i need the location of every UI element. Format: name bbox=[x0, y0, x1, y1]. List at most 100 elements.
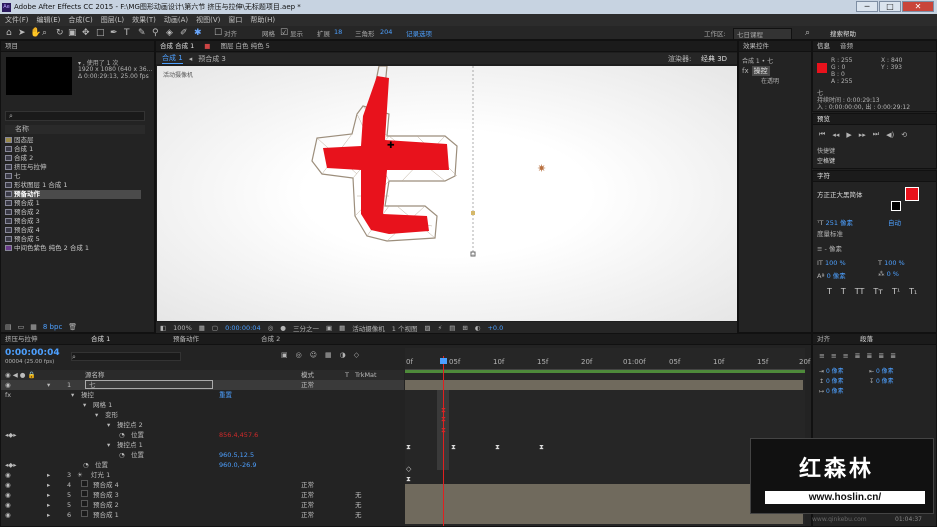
layer-bar[interactable] bbox=[405, 514, 803, 524]
pen-tool-icon[interactable]: ✒ bbox=[110, 27, 118, 39]
first-indent-field[interactable]: ↦ 0 像素 bbox=[819, 386, 844, 395]
triangle-value[interactable]: 204 bbox=[380, 28, 392, 36]
layer-trkmat[interactable]: 无 bbox=[355, 490, 362, 500]
project-item[interactable]: 中间色紫色 纯色 2 合成 1 bbox=[5, 244, 141, 253]
project-column-name[interactable]: 名称 bbox=[5, 125, 145, 134]
layer-mode[interactable]: 正常 bbox=[301, 500, 314, 510]
minimize-button[interactable]: ─ bbox=[856, 1, 878, 12]
property-row[interactable]: fx ▾ 操控 重置 bbox=[1, 390, 404, 400]
time-ruler[interactable]: 0f 05f 10f 15f 20f 01:00f 05f 10f 15f 20… bbox=[405, 358, 810, 370]
menu-edit[interactable]: 编辑(E) bbox=[37, 15, 61, 25]
new-folder-icon[interactable]: ▭ bbox=[18, 323, 25, 331]
align-tab[interactable]: 对齐 bbox=[817, 334, 830, 344]
subscript-icon[interactable]: T₁ bbox=[909, 287, 917, 296]
project-item[interactable]: 预合成 4 bbox=[5, 226, 141, 235]
workspace-select[interactable]: 七日课程 bbox=[733, 28, 792, 40]
timeline-tab-anticipation[interactable]: 预备动作 bbox=[173, 334, 261, 344]
shy-icon[interactable]: ☺ bbox=[310, 351, 317, 359]
project-item[interactable]: 形状图层 1 合成 1 bbox=[5, 181, 141, 190]
keyframe[interactable]: ⧗ bbox=[539, 444, 544, 451]
puppet-pin-tool-icon[interactable]: ✱ bbox=[194, 27, 202, 39]
shortcut-select[interactable]: 空格键 bbox=[817, 156, 933, 165]
paragraph-tab[interactable]: 段落 bbox=[860, 334, 873, 344]
position-value[interactable]: 960.5,12.5 bbox=[219, 450, 254, 460]
region-icon[interactable]: ▣ bbox=[326, 324, 332, 332]
layer-row[interactable]: ◉ ▾ 1 七 正常 bbox=[1, 380, 404, 390]
layer-bar[interactable] bbox=[405, 484, 803, 494]
small-caps-icon[interactable]: Tт bbox=[873, 287, 883, 296]
graph-editor-icon[interactable]: ◇ bbox=[354, 351, 359, 359]
home-tool-icon[interactable]: ⌂ bbox=[6, 27, 12, 39]
expand-value[interactable]: 18 bbox=[334, 28, 342, 36]
delete-icon[interactable]: 🗑 bbox=[68, 323, 77, 331]
resolution-select[interactable]: 三分之一 bbox=[293, 323, 319, 333]
comp-viewer[interactable]: 活动摄像机 ✷ ✚ bbox=[157, 66, 737, 321]
loop-icon[interactable]: ⟲ bbox=[901, 131, 907, 139]
align-left-icon[interactable]: ≡ bbox=[819, 352, 825, 360]
timeline-icon[interactable]: ▤ bbox=[449, 324, 455, 332]
new-comp-icon[interactable]: ▦ bbox=[30, 323, 37, 331]
project-item[interactable]: 预合成 1 bbox=[5, 199, 141, 208]
all-caps-icon[interactable]: TT bbox=[855, 287, 865, 296]
hscale-field[interactable]: T 100 % bbox=[878, 259, 905, 267]
project-item[interactable]: 预合成 5 bbox=[5, 235, 141, 244]
playhead[interactable] bbox=[443, 356, 444, 526]
clone-tool-icon[interactable]: ⚲ bbox=[152, 27, 159, 39]
property-row[interactable]: ▾ 网格 1 bbox=[1, 400, 404, 410]
bpc-toggle[interactable]: 8 bpc bbox=[43, 323, 62, 331]
position-value[interactable]: 856.4,457.6 bbox=[219, 430, 258, 440]
color-channel-icon[interactable]: ● bbox=[280, 324, 286, 332]
space-before-field[interactable]: ↥ 0 像素 bbox=[819, 376, 844, 385]
project-tab[interactable]: 项目 bbox=[1, 41, 154, 52]
search-help-input[interactable]: 搜索帮助 bbox=[830, 28, 856, 38]
selection-tool-icon[interactable]: ➤ bbox=[18, 27, 26, 39]
draft3d-icon[interactable]: ◎ bbox=[296, 351, 302, 359]
col-trkmat[interactable]: TrkMat bbox=[355, 370, 377, 380]
exposure-value[interactable]: +0.0 bbox=[487, 324, 503, 332]
justify-all-icon[interactable]: ≣ bbox=[890, 352, 896, 360]
visibility-icon[interactable]: ◉ bbox=[5, 380, 11, 390]
timeline-tab-comp2[interactable]: 合成 2 bbox=[261, 334, 331, 344]
layer-row[interactable]: ◉ ▸ 6 预合成 1 正常无 bbox=[1, 510, 404, 520]
col-source-name[interactable]: 源名称 bbox=[85, 370, 105, 380]
menu-effect[interactable]: 效果(T) bbox=[132, 15, 156, 25]
project-item[interactable]: 预合成 2 bbox=[5, 208, 141, 217]
layer-row[interactable]: ◉ ▸ 5 预合成 2 正常无 bbox=[1, 500, 404, 510]
mask-icon[interactable]: ▢ bbox=[212, 324, 218, 332]
faux-bold-icon[interactable]: T bbox=[827, 287, 832, 296]
align-right-icon[interactable]: ≡ bbox=[843, 352, 849, 360]
layer-row[interactable]: ◉ ▸ 5 预合成 3 正常无 bbox=[1, 490, 404, 500]
camera-tool-icon[interactable]: ▣ bbox=[68, 27, 77, 39]
menu-view[interactable]: 视图(V) bbox=[196, 15, 220, 25]
roto-tool-icon[interactable]: ✐ bbox=[180, 27, 188, 39]
snapshot-icon[interactable]: ◎ bbox=[268, 324, 274, 332]
menu-file[interactable]: 文件(F) bbox=[5, 15, 29, 25]
audio-tab[interactable]: 音频 bbox=[840, 41, 853, 51]
keyframe[interactable]: ⧗ bbox=[406, 476, 411, 483]
layer-trkmat[interactable]: 无 bbox=[355, 500, 362, 510]
project-item[interactable]: 合成 1 bbox=[5, 145, 141, 154]
align-center-icon[interactable]: ≡ bbox=[831, 352, 837, 360]
always-preview-icon[interactable]: ◧ bbox=[160, 324, 166, 332]
prev-frame-icon[interactable]: ◂◂ bbox=[832, 131, 839, 139]
space-after-field[interactable]: ↧ 0 像素 bbox=[869, 376, 894, 385]
safe-zones-icon[interactable]: ▦ bbox=[199, 324, 205, 332]
maximize-button[interactable]: □ bbox=[879, 1, 901, 12]
close-button[interactable]: ✕ bbox=[902, 1, 934, 12]
magnification-select[interactable]: 100% bbox=[173, 324, 192, 332]
layer-row[interactable]: ◉ ▸ 4 预合成 4 正常 bbox=[1, 480, 404, 490]
menu-composition[interactable]: 合成(C) bbox=[68, 15, 92, 25]
keyframe[interactable]: ⧗ bbox=[406, 444, 411, 451]
faux-italic-icon[interactable]: T bbox=[841, 287, 846, 296]
project-item[interactable]: 合成 2 bbox=[5, 154, 141, 163]
rotate-tool-icon[interactable]: ↻ bbox=[56, 27, 64, 39]
effect-controls-tab[interactable]: 效果控件 bbox=[739, 41, 811, 52]
indent-left-field[interactable]: ⇥ 0 像素 bbox=[819, 366, 844, 375]
type-tool-icon[interactable]: T bbox=[124, 27, 130, 39]
timeline-track-area[interactable]: 0f 05f 10f 15f 20f 01:00f 05f 10f 15f 20… bbox=[405, 348, 810, 526]
property-row[interactable]: ◂◆▸ ◔ 位置 856.4,457.6 bbox=[1, 430, 404, 440]
baseline-field[interactable]: Aª 0 像素 bbox=[817, 270, 846, 280]
exposure-icon[interactable]: ◐ bbox=[475, 324, 481, 332]
menu-layer[interactable]: 图层(L) bbox=[101, 15, 124, 25]
project-item[interactable]: 七 bbox=[5, 172, 141, 181]
